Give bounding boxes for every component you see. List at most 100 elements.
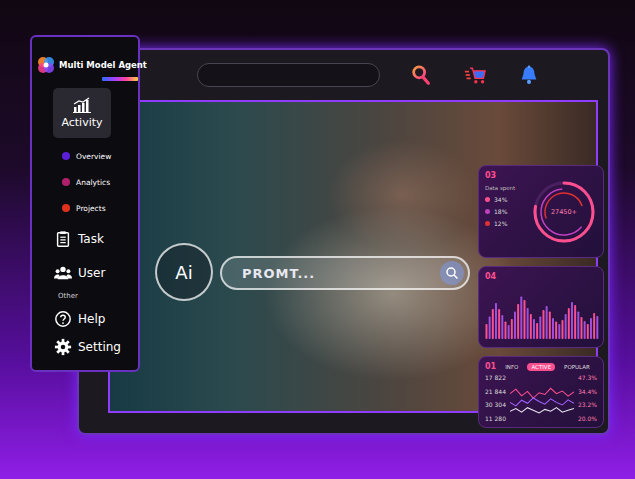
sidebar-item[interactable]: Help [36, 303, 138, 335]
bar [527, 308, 529, 339]
bar [492, 309, 494, 339]
clipboard-icon [54, 230, 72, 248]
top-bar [79, 50, 608, 100]
logo-bar [102, 77, 138, 81]
legend-label: 12% [494, 220, 507, 227]
legend-item: 12% [485, 220, 527, 227]
bar [593, 313, 595, 339]
bar [501, 315, 503, 339]
series-line [510, 408, 574, 413]
sidebar-item[interactable]: User [36, 257, 138, 289]
bar [546, 306, 548, 339]
bar [574, 305, 576, 339]
bar [520, 297, 522, 340]
cart-icon[interactable] [464, 64, 486, 86]
bar [536, 323, 538, 339]
search-field[interactable] [197, 63, 380, 87]
sidebar-item[interactable]: Activity [53, 88, 111, 138]
ai-label: Ai [175, 262, 192, 283]
bar [590, 318, 592, 339]
bar [511, 319, 513, 339]
bar [568, 308, 570, 339]
line-chart [510, 374, 574, 422]
sidebar-subitem[interactable]: Overview [36, 143, 138, 169]
sidebar-label: Activity [61, 116, 102, 129]
legend-dot [485, 221, 490, 226]
row-percent: 23.2% [578, 401, 597, 408]
card-info: 03Data spent34%18%12% [485, 171, 527, 252]
ring-value: 27450+ [551, 208, 577, 216]
card-tab[interactable]: INFO [501, 363, 522, 371]
bar-chart [485, 285, 599, 341]
row-percent: 34.4% [578, 388, 597, 395]
bar [505, 322, 507, 340]
bar [486, 324, 488, 339]
ai-button[interactable]: Ai [155, 243, 213, 301]
search-icon[interactable] [410, 64, 432, 86]
legend-item: 18% [485, 208, 527, 215]
bar-chart-card: 04 [478, 266, 604, 348]
toolbar-icons [410, 64, 540, 86]
percent-column: 47.3% 34.4% 23.2% 20.0% [578, 374, 597, 422]
row-percent: 47.3% [578, 374, 597, 381]
status-dot [62, 178, 70, 186]
row-value: 17 822 [485, 374, 506, 381]
bar [549, 312, 551, 340]
bar-chart-icon [72, 97, 92, 113]
ring-chart: 27450+ [531, 179, 597, 245]
search-icon [445, 266, 459, 280]
value-column: 17 822 21 844 30 304 11 280 [485, 374, 506, 422]
legend-item: 34% [485, 196, 527, 203]
bar [552, 318, 554, 339]
card-number: 01 [485, 362, 496, 371]
card-body: 17 822 21 844 30 304 11 280 47.3% 34.4% 23.2% 2… [485, 374, 597, 422]
logo: Multi Model Agent [36, 55, 138, 75]
card-tab[interactable]: POPULAR [560, 363, 594, 371]
bar [524, 300, 526, 339]
bar [508, 325, 510, 339]
prompt-field[interactable]: PROMT... [220, 256, 470, 290]
sidebar-label: Analytics [76, 178, 110, 187]
bar [584, 321, 586, 339]
bar [539, 317, 541, 340]
bar [489, 317, 491, 340]
bar [533, 319, 535, 339]
sidebar-subitem[interactable]: Analytics [36, 169, 138, 195]
legend-dot [485, 209, 490, 214]
series-line [510, 398, 574, 406]
section-label: Other [58, 292, 78, 300]
row-value: 11 280 [485, 415, 506, 422]
row-value: 21 844 [485, 388, 506, 395]
row-percent: 20.0% [578, 415, 597, 422]
bar [562, 320, 564, 339]
bar [498, 309, 500, 339]
status-dot [62, 204, 70, 212]
prompt-submit[interactable] [440, 261, 464, 285]
legend-label: 34% [494, 196, 507, 203]
sidebar-section: Other [36, 289, 138, 303]
sidebar-item[interactable]: Task [36, 221, 138, 257]
sidebar-label: Help [78, 312, 105, 326]
legend-dot [485, 197, 490, 202]
card-number: 04 [485, 272, 597, 281]
bar [543, 310, 545, 339]
sidebar: Multi Model Agent Activity Overview Analyti… [30, 35, 140, 372]
bell-icon[interactable] [518, 64, 540, 86]
bar [530, 314, 532, 339]
bar [577, 312, 579, 340]
sidebar-label: Setting [78, 340, 121, 354]
sidebar-item[interactable]: Setting [36, 335, 138, 359]
row-value: 30 304 [485, 401, 506, 408]
bar [517, 304, 519, 339]
sidebar-subitem[interactable]: Projects [36, 195, 138, 221]
bar [495, 303, 497, 339]
ring-fill [535, 183, 593, 241]
status-dot [62, 152, 70, 160]
card-header: 01 INFO ACTIVE POPULAR [485, 362, 597, 371]
sidebar-label: Projects [76, 204, 106, 213]
bar [555, 322, 557, 340]
stats-card: 03Data spent34%18%12%27450+ [478, 165, 604, 258]
bar [587, 324, 589, 339]
card-tab[interactable]: ACTIVE [527, 363, 555, 371]
gear-icon [54, 338, 72, 356]
